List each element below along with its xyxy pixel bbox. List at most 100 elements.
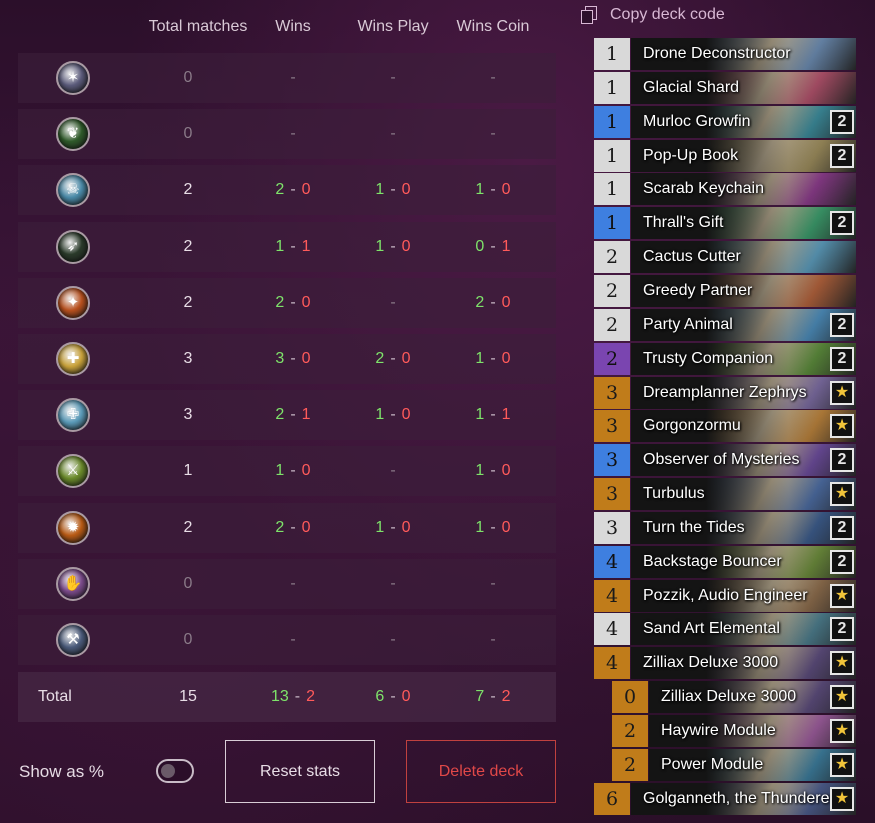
separator: -	[490, 293, 496, 311]
dash-text: -	[290, 125, 296, 143]
card-name: Turn the Tides	[643, 518, 745, 536]
deck-card[interactable]: 1 Thrall's Gift 2	[594, 207, 856, 240]
card-tile: Party Animal 2	[631, 308, 856, 341]
header-wins-coin: Wins Coin	[456, 18, 530, 35]
separator: -	[490, 518, 496, 536]
wins-value: 13	[270, 688, 289, 705]
separator: -	[490, 688, 496, 705]
deck-card[interactable]: 4 Sand Art Elemental 2	[594, 613, 856, 646]
wins-value: 1	[475, 518, 485, 536]
death-knight-icon: ☠	[56, 173, 90, 208]
deck-card[interactable]: 3 Turn the Tides 2	[594, 511, 856, 544]
reset-stats-button[interactable]: Reset stats	[225, 740, 375, 803]
class-glyph: ✹	[66, 518, 80, 536]
class-stats-row: ➶ 2 1-1 1-0 0-1	[18, 221, 556, 272]
deck-card[interactable]: 1 Pop-Up Book 2	[594, 139, 856, 172]
legendary-star-icon: ★	[830, 380, 854, 405]
card-name: Zilliax Deluxe 3000	[661, 688, 797, 706]
dash-text: -	[390, 462, 396, 480]
card-cost: 2	[594, 241, 630, 274]
header-wins-play: Wins Play	[357, 18, 429, 35]
deck-card-subentry[interactable]: 2 Power Module ★	[612, 748, 856, 781]
card-tile: Golganneth, the Thunderer ★	[631, 782, 856, 815]
deck-card-subentry[interactable]: 0 Zilliax Deluxe 3000 ★	[612, 681, 856, 714]
legendary-star-icon: ★	[830, 719, 854, 743]
wins-value: 1	[375, 406, 385, 424]
empty-dash: -	[348, 615, 438, 665]
win-loss-pair: 1-0	[348, 222, 438, 272]
total-matches-value: 0	[183, 574, 193, 592]
card-tile: Gorgonzormu ★	[631, 410, 856, 443]
deck-card-subentry[interactable]: 2 Haywire Module ★	[612, 715, 856, 747]
win-loss-pair: 0-1	[448, 222, 538, 272]
card-name: Trusty Companion	[643, 349, 774, 367]
class-stats-row: ⚔ 1 1-0-1-0	[18, 446, 556, 497]
delete-deck-button[interactable]: Delete deck	[406, 740, 556, 803]
losses-value: 0	[301, 518, 311, 536]
class-glyph: ⚔	[66, 462, 80, 480]
empty-dash: -	[448, 53, 538, 103]
win-loss-pair: 2-0	[248, 165, 338, 215]
deck-card[interactable]: 1 Glacial Shard	[594, 71, 856, 104]
empty-dash: -	[448, 559, 538, 609]
empty-dash: -	[448, 109, 538, 159]
deck-card[interactable]: 1 Murloc Growfin 2	[594, 105, 856, 138]
demon-hunter-icon: ✶	[56, 61, 90, 95]
card-cost: 2	[612, 715, 648, 747]
card-name: Backstage Bouncer	[643, 552, 782, 570]
deck-card[interactable]: 3 Observer of Mysteries 2	[594, 444, 856, 477]
dash-text: -	[390, 125, 396, 143]
card-name: Haywire Module	[661, 722, 776, 739]
card-name: Scarab Keychain	[643, 180, 764, 198]
card-cost: 3	[594, 478, 630, 511]
losses-value: 0	[501, 181, 511, 199]
deck-card[interactable]: 3 Turbulus ★	[594, 478, 856, 511]
total-matches-value: 2	[183, 237, 193, 255]
deck-card[interactable]: 1 Drone Deconstructor	[594, 38, 856, 70]
dash-text: -	[390, 574, 396, 592]
win-loss-pair: 1-0	[448, 165, 538, 215]
deck-card[interactable]: 4 Zilliax Deluxe 3000 ★	[594, 647, 856, 680]
deck-card[interactable]: 2 Trusty Companion 2	[594, 342, 856, 375]
card-tile: Glacial Shard	[631, 71, 856, 104]
card-cost: 1	[594, 38, 630, 70]
deck-card[interactable]: 2 Greedy Partner	[594, 274, 856, 307]
header-total-matches: Total matches	[148, 18, 248, 35]
win-loss-pair: 1-0	[348, 390, 438, 440]
wins-value: 2	[375, 350, 385, 367]
card-tile: Scarab Keychain	[631, 173, 856, 206]
empty-dash: -	[248, 109, 338, 159]
wins-value: 2	[475, 293, 485, 311]
win-loss-pair: 2-1	[248, 390, 338, 440]
deck-card[interactable]: 4 Backstage Bouncer 2	[594, 545, 856, 578]
deck-card[interactable]: 3 Gorgonzormu ★	[594, 410, 856, 443]
wins-value: 2	[275, 293, 285, 311]
dash-text: -	[490, 631, 496, 648]
legendary-star-icon: ★	[830, 414, 854, 439]
legendary-star-icon: ★	[830, 482, 854, 507]
win-loss-pair: 13-2	[248, 672, 338, 722]
losses-value: 0	[501, 462, 511, 480]
wins-value: 6	[375, 688, 385, 705]
card-cost: 2	[594, 342, 630, 375]
card-cost: 1	[594, 139, 630, 172]
card-name: Drone Deconstructor	[643, 45, 791, 62]
deck-card[interactable]: 2 Cactus Cutter	[594, 241, 856, 274]
card-tile: Greedy Partner	[631, 274, 856, 307]
card-tile: Zilliax Deluxe 3000 ★	[649, 681, 856, 714]
empty-dash: -	[248, 615, 338, 665]
card-name: Murloc Growfin	[643, 112, 751, 130]
class-glyph: ✦	[66, 293, 80, 311]
card-tile: Zilliax Deluxe 3000 ★	[631, 647, 856, 680]
deck-card[interactable]: 3 Dreamplanner Zephrys ★	[594, 376, 856, 409]
card-name: Cactus Cutter	[643, 248, 741, 266]
deck-card[interactable]: 4 Pozzik, Audio Engineer ★	[594, 579, 856, 612]
deck-card[interactable]: 1 Scarab Keychain	[594, 173, 856, 206]
win-loss-pair: 2-0	[248, 503, 338, 553]
deck-card[interactable]: 6 Golganneth, the Thunderer ★	[594, 782, 856, 815]
losses-value: 0	[501, 293, 511, 311]
card-name: Sand Art Elemental	[643, 620, 780, 638]
wins-value: 2	[275, 406, 285, 424]
show-as-percent-toggle[interactable]	[156, 759, 194, 783]
deck-card[interactable]: 2 Party Animal 2	[594, 308, 856, 341]
